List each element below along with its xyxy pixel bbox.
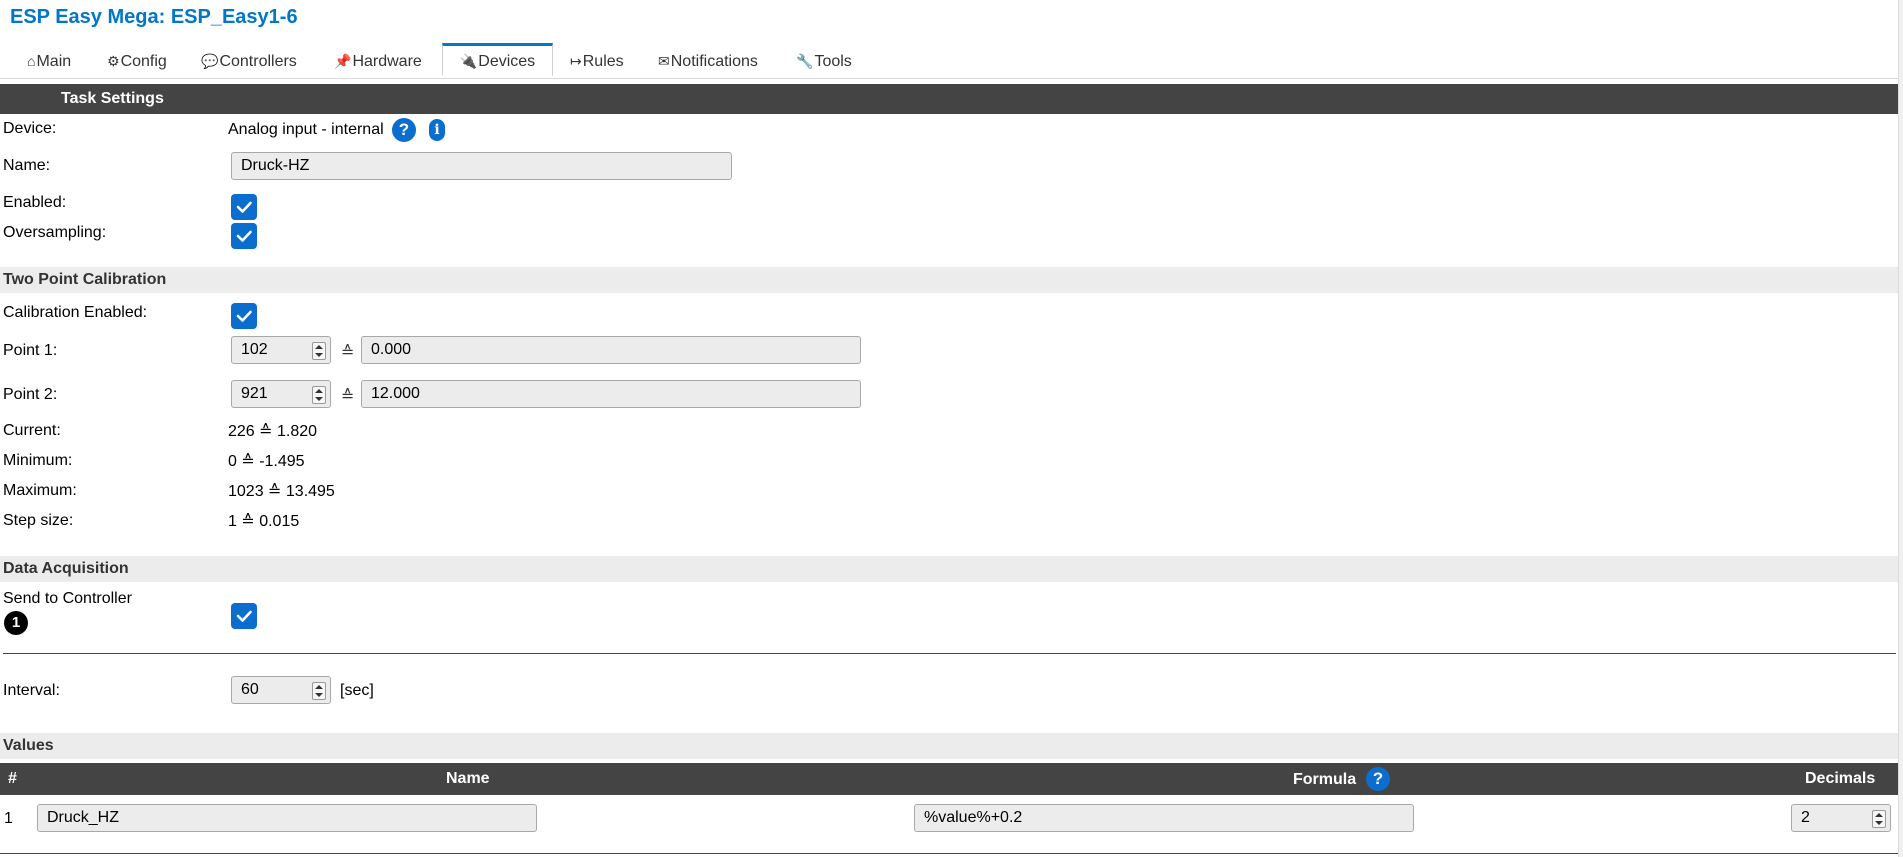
tab-hardware[interactable]: 📌Hardware bbox=[334, 44, 422, 78]
tab-config[interactable]: ⚙Config bbox=[107, 44, 167, 78]
pin-icon: 📌 bbox=[334, 53, 352, 69]
plug-icon: 🔌 bbox=[459, 53, 478, 69]
input-value: 921 bbox=[241, 385, 268, 402]
scrollbar[interactable] bbox=[1898, 0, 1903, 857]
checkmark-icon bbox=[236, 201, 252, 213]
calibration-header: Two Point Calibration bbox=[0, 267, 1898, 293]
section-title: Data Acquisition bbox=[3, 560, 129, 577]
checkmark-icon bbox=[236, 230, 252, 242]
step-size-value: 1 ≙ 0.015 bbox=[228, 513, 300, 530]
value-formula-input[interactable]: %value%+0.2 bbox=[914, 804, 1414, 832]
enabled-label: Enabled: bbox=[3, 194, 67, 211]
checkmark-icon bbox=[236, 610, 252, 622]
step-size-label: Step size: bbox=[3, 512, 74, 529]
value-name-input[interactable]: Druck_HZ bbox=[37, 804, 537, 832]
device-label: Device: bbox=[3, 120, 57, 137]
tab-main[interactable]: ⌂Main bbox=[27, 44, 71, 78]
calibration-enabled-checkbox[interactable] bbox=[231, 303, 257, 329]
col-decimals: Decimals bbox=[1805, 770, 1876, 787]
interval-input[interactable]: 60 bbox=[231, 676, 331, 704]
spinner-icon[interactable] bbox=[312, 386, 326, 404]
task-name-input[interactable]: Druck-HZ bbox=[231, 152, 732, 180]
spinner-icon[interactable] bbox=[312, 342, 326, 360]
send-to-controller-checkbox[interactable] bbox=[231, 603, 257, 629]
tab-label: Rules bbox=[582, 53, 624, 70]
oversampling-label: Oversampling: bbox=[3, 224, 107, 241]
tab-controllers[interactable]: 💬Controllers bbox=[201, 44, 297, 78]
tab-label: Hardware bbox=[352, 53, 422, 70]
point1-value-input[interactable]: 0.000 bbox=[361, 336, 861, 364]
arrow-right-icon: ↦ bbox=[570, 53, 582, 69]
minimum-value: 0 ≙ -1.495 bbox=[228, 453, 305, 470]
input-value: 102 bbox=[241, 341, 268, 358]
chat-bubble-icon: 💬 bbox=[201, 53, 219, 69]
tab-label: Tools bbox=[814, 53, 852, 70]
values-header: Values bbox=[0, 733, 1898, 759]
tab-label: Controllers bbox=[219, 53, 297, 70]
data-acquisition-header: Data Acquisition bbox=[0, 556, 1898, 582]
minimum-label: Minimum: bbox=[3, 452, 73, 469]
wrench-icon: 🔧 bbox=[796, 53, 814, 69]
formula-help-icon[interactable]: ? bbox=[1366, 767, 1390, 791]
input-value: 2 bbox=[1801, 809, 1810, 826]
point2-raw-input[interactable]: 921 bbox=[231, 380, 331, 408]
current-label: Current: bbox=[3, 422, 61, 439]
equiv-icon: ≙ bbox=[341, 344, 355, 361]
tab-tools[interactable]: 🔧Tools bbox=[796, 44, 852, 78]
device-value: Analog input - internal bbox=[228, 121, 384, 138]
maximum-label: Maximum: bbox=[3, 482, 77, 499]
col-formula: Formula bbox=[1293, 771, 1357, 788]
envelope-icon: ✉ bbox=[658, 53, 670, 69]
task-settings-header: Task Settings bbox=[0, 84, 1898, 114]
divider bbox=[3, 653, 1896, 654]
name-label: Name: bbox=[3, 157, 51, 174]
tab-rules[interactable]: ↦Rules bbox=[570, 44, 624, 78]
calibration-enabled-label: Calibration Enabled: bbox=[3, 304, 148, 321]
tab-label: Notifications bbox=[670, 53, 758, 70]
current-value: 226 ≙ 1.820 bbox=[228, 423, 318, 440]
interval-unit: [sec] bbox=[340, 682, 374, 699]
controller-number-badge: 1 bbox=[4, 611, 28, 635]
tab-devices[interactable]: 🔌Devices bbox=[442, 43, 553, 76]
app-title: ESP Easy Mega: ESP_Easy1-6 bbox=[10, 6, 298, 28]
interval-label: Interval: bbox=[3, 682, 60, 699]
section-title: Task Settings bbox=[61, 90, 164, 107]
help-icon[interactable]: ? bbox=[392, 118, 416, 142]
value-row-number: 1 bbox=[4, 810, 13, 827]
point1-raw-input[interactable]: 102 bbox=[231, 336, 331, 364]
gear-icon: ⚙ bbox=[107, 53, 120, 69]
checkmark-icon bbox=[236, 310, 252, 322]
send-to-controller-label: Send to Controller bbox=[3, 590, 132, 607]
tab-label: Config bbox=[120, 53, 167, 70]
col-number: # bbox=[8, 770, 17, 787]
enabled-checkbox[interactable] bbox=[231, 194, 257, 220]
input-value: 60 bbox=[241, 681, 259, 698]
tab-label: Main bbox=[36, 53, 72, 70]
equiv-icon: ≙ bbox=[341, 388, 355, 405]
main-nav-tabs: ⌂Main ⚙Config 💬Controllers 📌Hardware 🔌De… bbox=[0, 43, 1898, 79]
point2-label: Point 2: bbox=[3, 386, 58, 403]
home-icon: ⌂ bbox=[27, 53, 36, 69]
table-bottom-border bbox=[0, 853, 1898, 854]
spinner-icon[interactable] bbox=[312, 682, 326, 700]
spinner-icon[interactable] bbox=[1872, 810, 1886, 828]
section-title: Values bbox=[3, 737, 54, 754]
info-icon[interactable]: i bbox=[429, 119, 445, 141]
tab-label: Devices bbox=[478, 53, 536, 70]
maximum-value: 1023 ≙ 13.495 bbox=[228, 483, 335, 500]
point2-value-input[interactable]: 12.000 bbox=[361, 380, 861, 408]
value-decimals-input[interactable]: 2 bbox=[1791, 804, 1891, 832]
oversampling-checkbox[interactable] bbox=[231, 223, 257, 249]
point1-label: Point 1: bbox=[3, 342, 58, 359]
values-table-header: # Name Formula ? Decimals bbox=[0, 763, 1898, 795]
section-title: Two Point Calibration bbox=[3, 271, 167, 288]
col-name: Name bbox=[446, 770, 490, 787]
tab-notifications[interactable]: ✉Notifications bbox=[658, 44, 758, 78]
